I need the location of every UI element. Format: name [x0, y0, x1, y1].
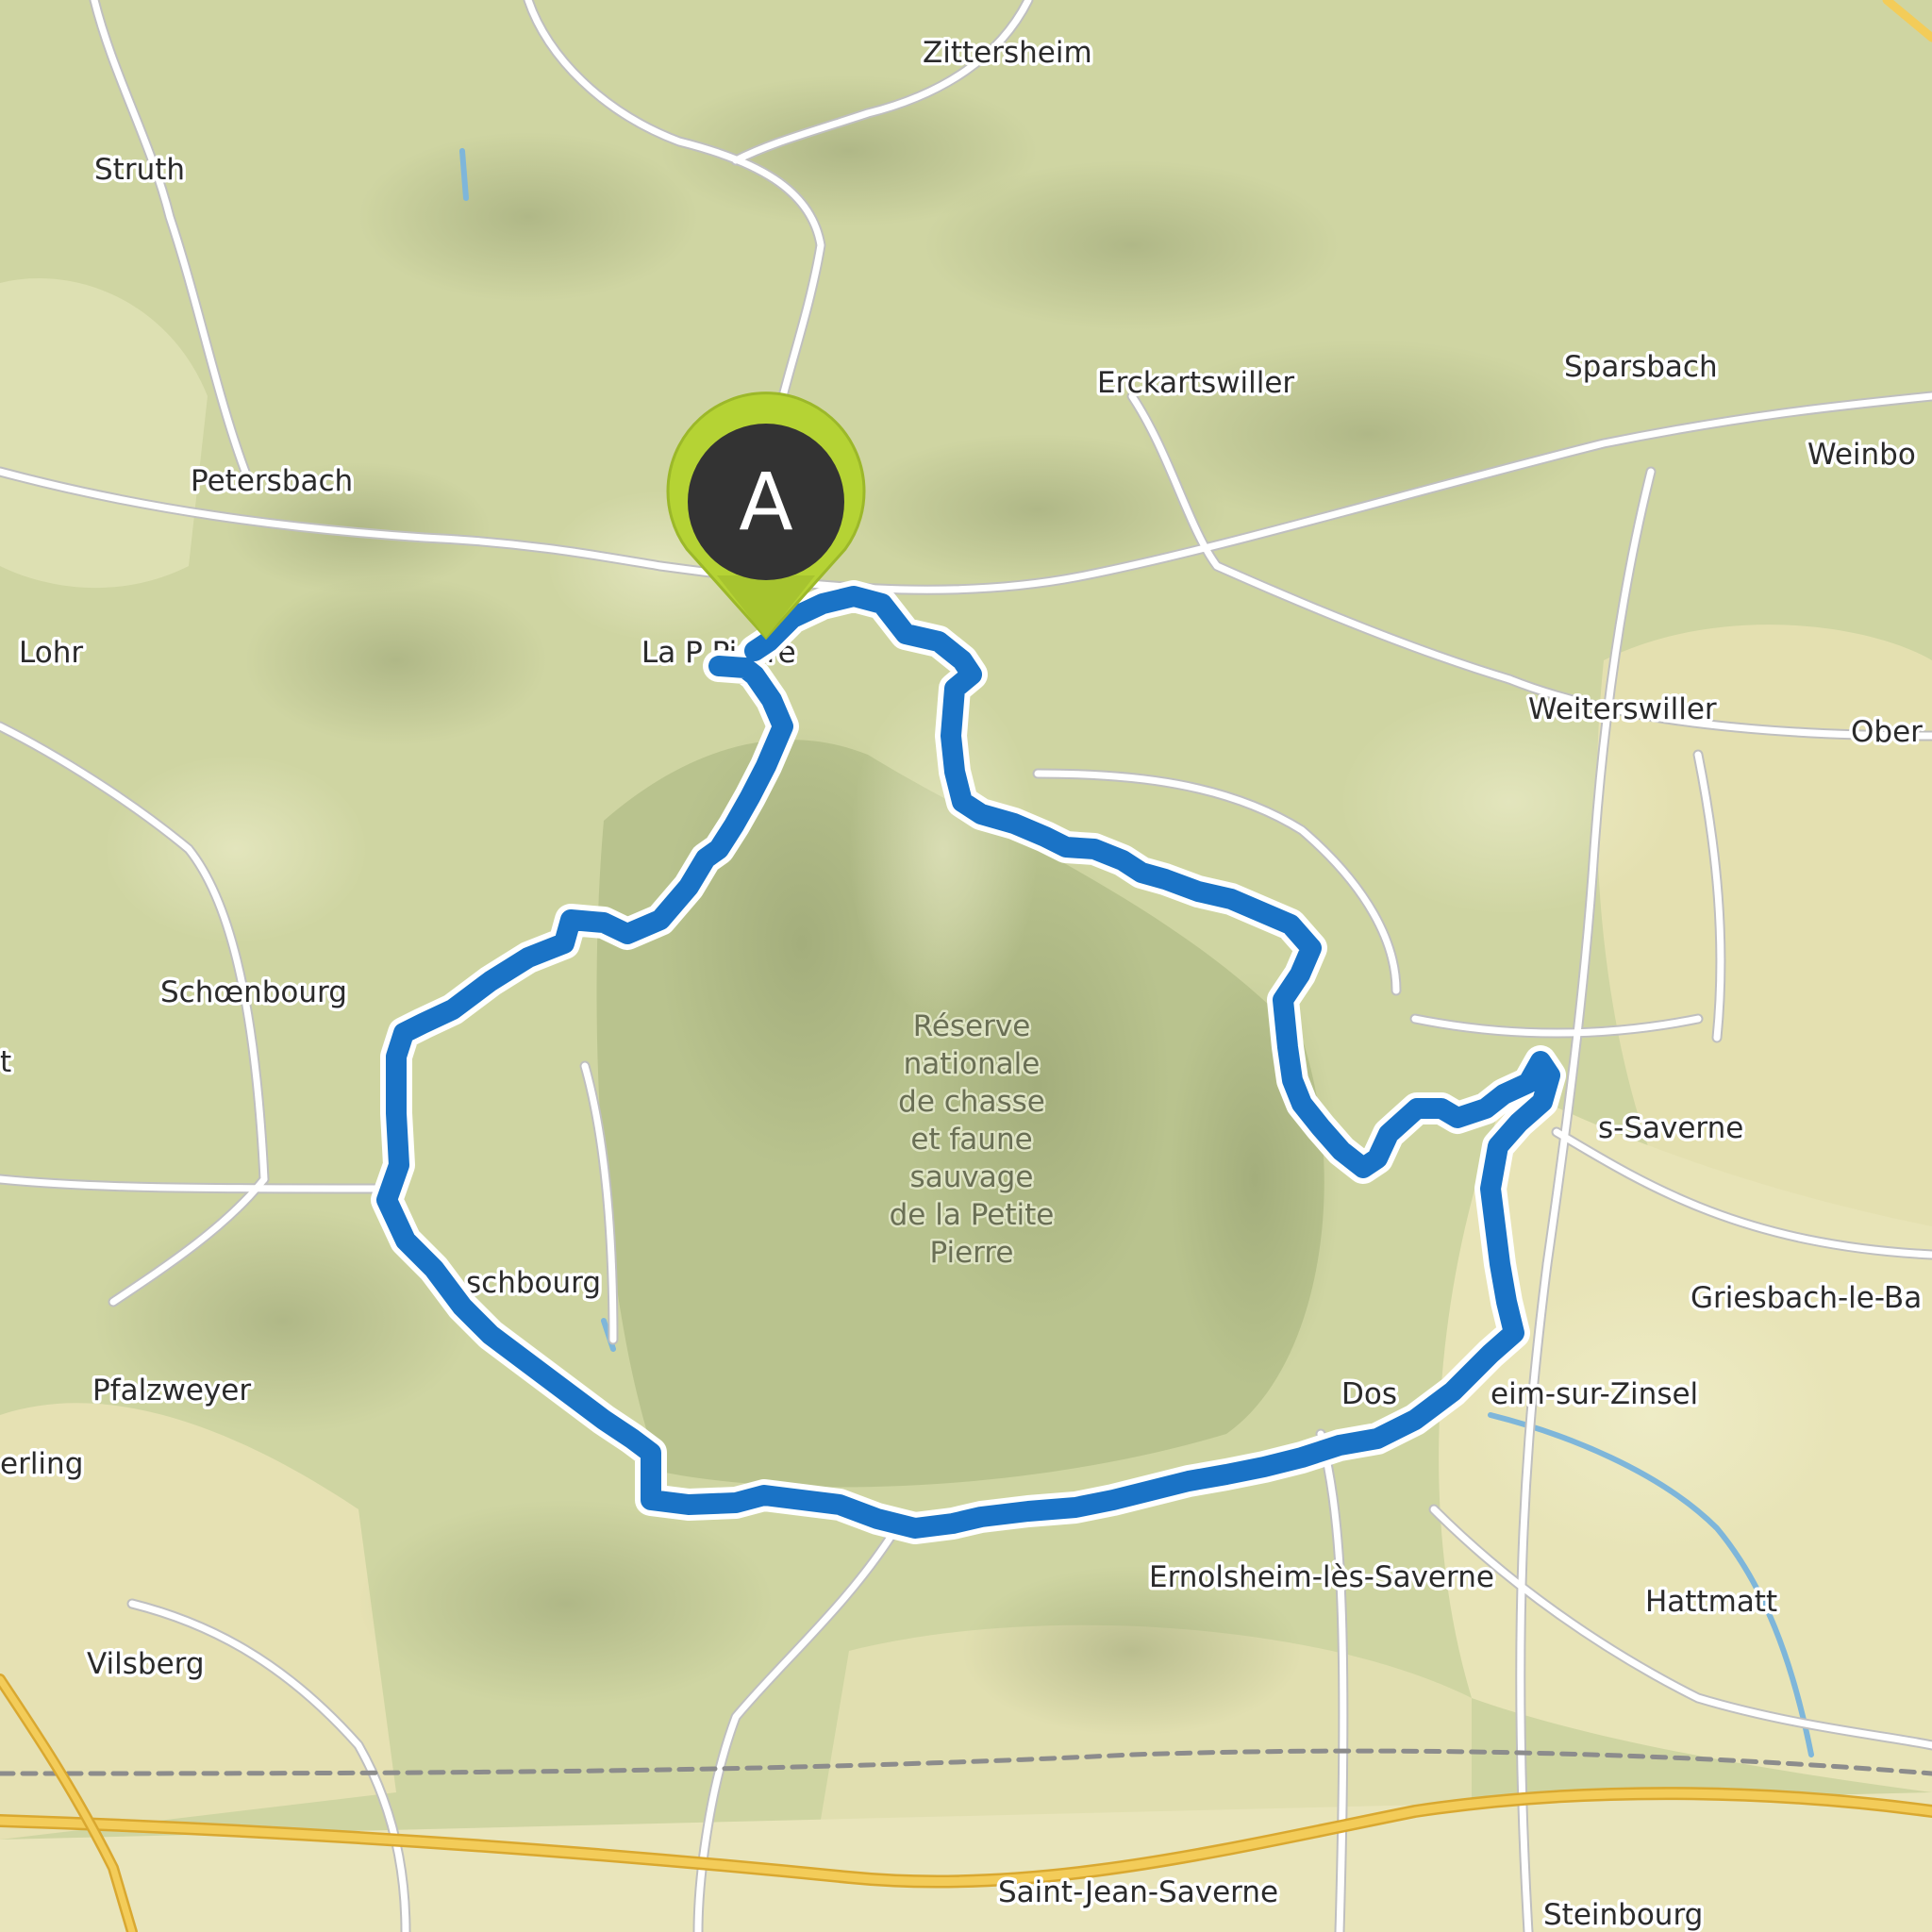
reserve-label-line: et faune: [910, 1123, 1032, 1157]
reserve-label-line: sauvage: [910, 1160, 1034, 1194]
place-label-weinbo[interactable]: Weinbo: [1805, 435, 1920, 475]
place-label-saint-jean-saverne[interactable]: Saint-Jean-Saverne: [995, 1873, 1282, 1913]
place-label-struth[interactable]: Struth: [92, 150, 189, 191]
place-label-ober[interactable]: Ober: [1848, 712, 1926, 753]
place-label-lohr[interactable]: Lohr: [16, 633, 87, 674]
place-label-ernolsheim[interactable]: Ernolsheim-lès-Saverne: [1146, 1557, 1498, 1598]
marker-letter: A: [739, 456, 792, 548]
place-label-pfalzweyer[interactable]: Pfalzweyer: [90, 1371, 255, 1411]
place-label-zittersheim[interactable]: Zittersheim: [920, 33, 1096, 74]
place-label-erckartswiller[interactable]: Erckartswiller: [1094, 363, 1298, 404]
place-label-s-saverne[interactable]: s-Saverne: [1595, 1108, 1747, 1149]
place-label-erling[interactable]: erling: [0, 1444, 87, 1485]
map-view[interactable]: Zittersheim Struth Erckartswiller Sparsb…: [0, 0, 1932, 1932]
reserve-label-line: Pierre: [929, 1236, 1013, 1270]
reserve-label-line: de chasse: [898, 1085, 1045, 1119]
reserve-label-line: Réserve: [913, 1009, 1031, 1043]
place-label-steinbourg[interactable]: Steinbourg: [1541, 1895, 1707, 1932]
place-label-griesbach[interactable]: Griesbach-le-Ba: [1688, 1278, 1925, 1319]
place-label-sparsbach[interactable]: Sparsbach: [1561, 347, 1722, 388]
place-label-schoenbourg[interactable]: Schœnbourg: [158, 973, 351, 1013]
place-label-weiterswiller[interactable]: Weiterswiller: [1525, 690, 1721, 730]
place-label-petersbach[interactable]: Petersbach: [188, 461, 357, 502]
reserve-label: Réserve nationale de chasse et faune sau…: [887, 1008, 1057, 1273]
place-label-schbourg[interactable]: schbourg: [463, 1263, 605, 1304]
place-label-t[interactable]: t: [0, 1042, 15, 1083]
place-label-dos[interactable]: Dos: [1339, 1374, 1401, 1415]
place-label-eim-sur-zinsel[interactable]: eim-sur-Zinsel: [1488, 1374, 1702, 1415]
place-label-vilsberg[interactable]: Vilsberg: [84, 1644, 208, 1685]
reserve-label-line: de la Petite: [890, 1198, 1055, 1232]
place-label-hattmatt[interactable]: Hattmatt: [1642, 1582, 1781, 1623]
reserve-label-line: nationale: [904, 1047, 1041, 1081]
terrain-layer: [0, 0, 1932, 1932]
